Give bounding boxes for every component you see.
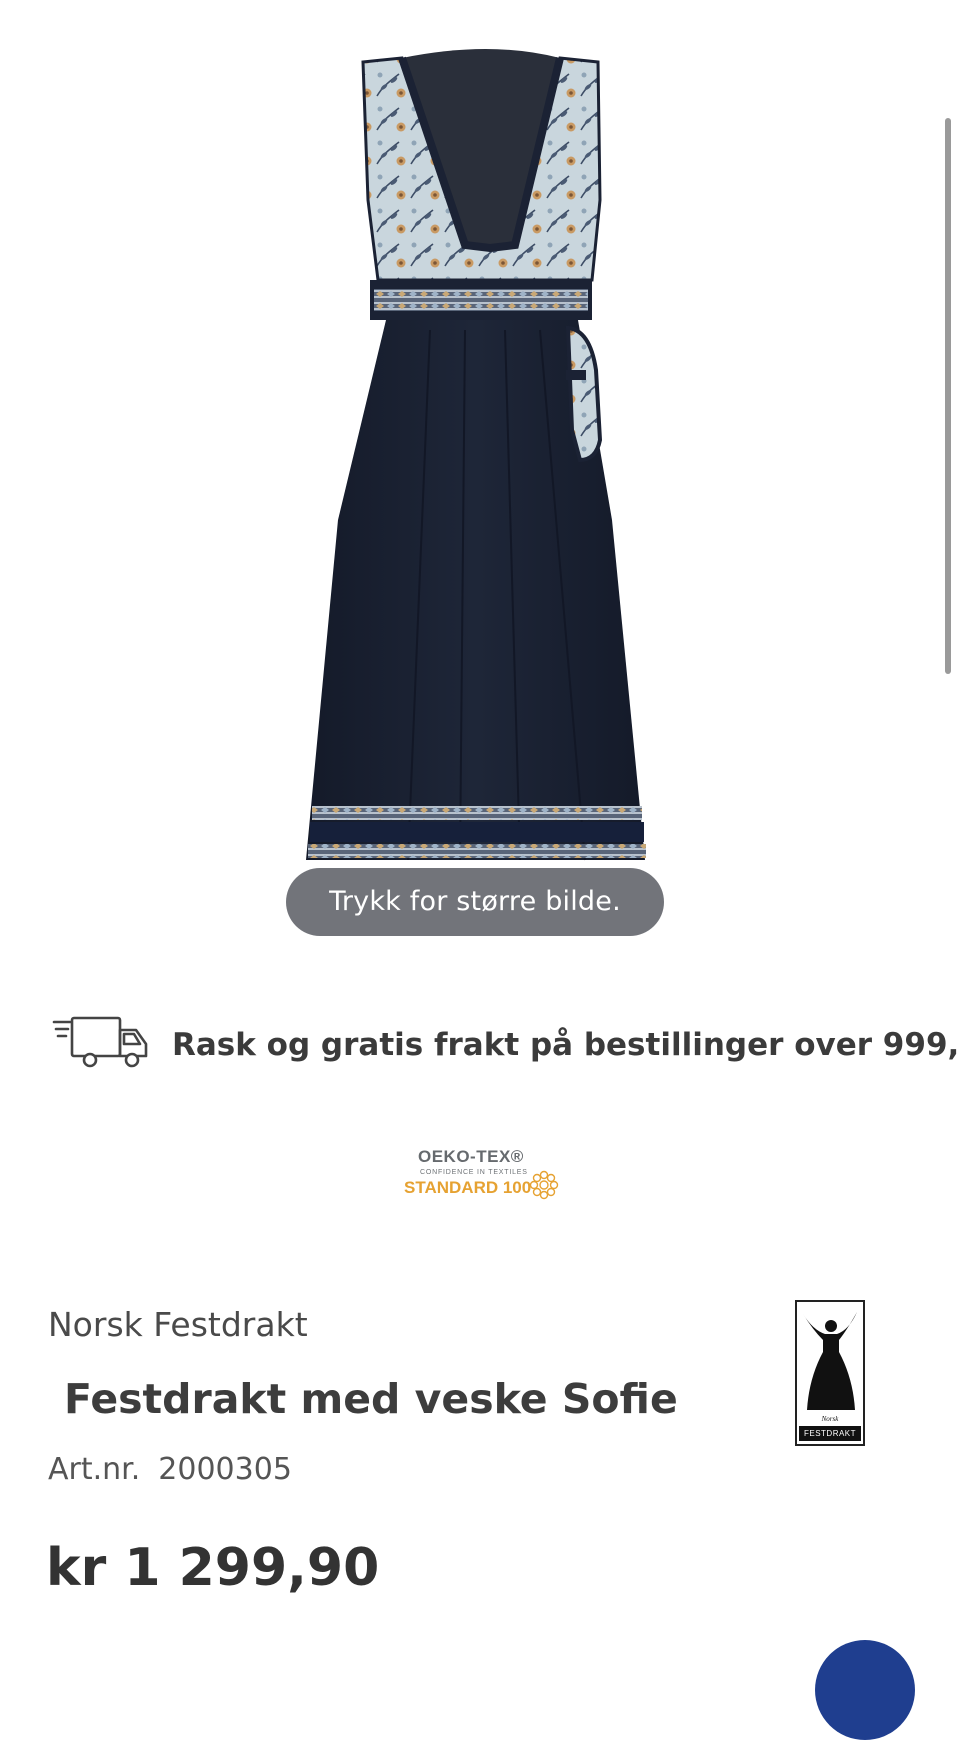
enlarge-image-hint[interactable]: Trykk for større bilde. — [286, 868, 664, 936]
svg-text:Norsk: Norsk — [821, 1415, 840, 1423]
oeko-tex-tagline: CONFIDENCE IN TEXTILES — [420, 1169, 528, 1176]
truck-icon — [52, 1016, 148, 1068]
festdrakt-logo: Norsk — [795, 1300, 865, 1446]
oeko-tex-standard: STANDARD 100 — [404, 1178, 532, 1197]
product-brand[interactable]: Norsk Festdrakt — [48, 1305, 308, 1344]
shipping-info: Rask og gratis frakt på bestillinger ove… — [52, 1010, 960, 1080]
brand-logo-text: FESTDRAKT — [803, 1429, 857, 1438]
article-number-label: Art.nr. — [48, 1452, 141, 1487]
oeko-tex-title: OEKO-TEX® — [418, 1147, 524, 1166]
floating-action-button[interactable] — [815, 1640, 915, 1740]
brand-logo[interactable]: Norsk FESTDRAKT — [795, 1300, 865, 1446]
oeko-flower-icon — [529, 1170, 559, 1200]
scrollbar-thumb[interactable] — [945, 118, 951, 674]
dress-illustration — [306, 49, 646, 861]
oeko-tex-badge: OEKO-TEX® CONFIDENCE IN TEXTILES STANDAR… — [400, 1147, 570, 1200]
shipping-text: Rask og gratis frakt på bestillinger ove… — [172, 1027, 960, 1063]
article-number: Art.nr. 2000305 — [48, 1452, 292, 1487]
product-title: Festdrakt med veske Sofie — [64, 1375, 678, 1423]
product-price: kr 1 299,90 — [46, 1538, 380, 1598]
article-number-value: 2000305 — [158, 1452, 292, 1487]
product-image[interactable]: Trykk for større bilde. — [0, 0, 960, 940]
